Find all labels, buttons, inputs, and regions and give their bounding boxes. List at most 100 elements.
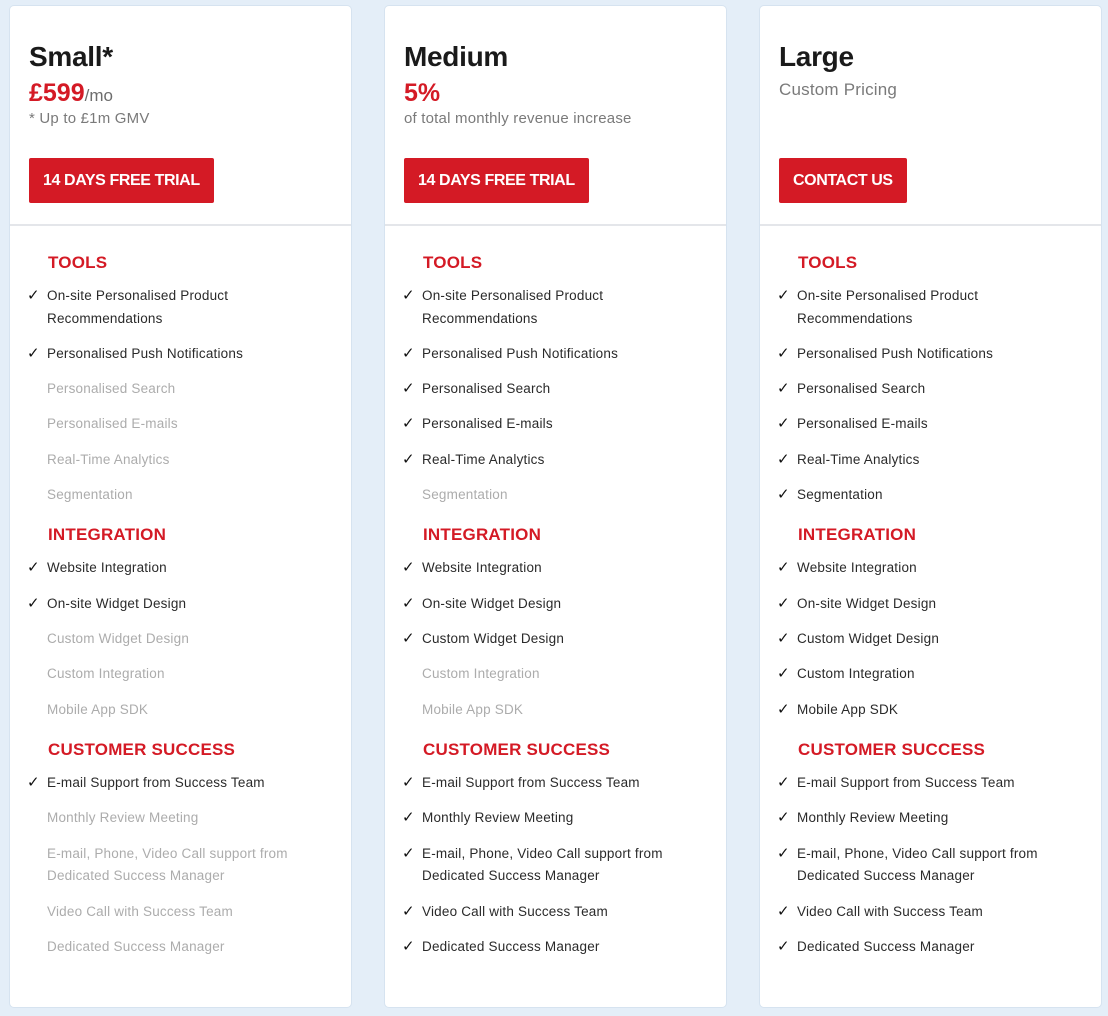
feature-label: Custom Integration [422, 666, 540, 682]
check-icon: ✓ [777, 594, 790, 612]
feature-item: ✓Real-Time Analytics [760, 449, 1101, 472]
feature-item: ✓Custom Integration [385, 663, 726, 686]
feature-label: On-site Personalised Product Recommendat… [797, 288, 979, 326]
feature-item: ✓ E-mail Support from Success Team [760, 772, 1101, 795]
price-period: /mo [84, 86, 113, 105]
feature-item: ✓Real-Time Analytics [10, 449, 351, 472]
plan-card-large: Large Custom Pricing CONTACT US TOOLS ✓ On-si… [760, 6, 1101, 1007]
feature-item: ✓ Website Integration [760, 557, 1101, 580]
feature-label: Personalised Push Notifications [422, 345, 619, 361]
feature-label: Mobile App SDK [47, 701, 149, 717]
feature-section-integration: INTEGRATION ✓ Website Integration ✓ On-site … [385, 524, 726, 721]
feature-item: ✓Segmentation [760, 484, 1101, 507]
plan-price: 5% [404, 79, 441, 107]
feature-label: Real-Time Analytics [47, 451, 170, 467]
price-line: 5% [404, 78, 726, 108]
feature-label: Custom Integration [797, 666, 915, 682]
feature-item: ✓Dedicated Success Manager [10, 936, 351, 959]
check-icon: ✓ [777, 937, 790, 955]
plan-header: Small* £599/mo * Up to £1m GMV 14 DAYS FREE… [10, 6, 351, 226]
feature-item: ✓Video Call with Success Team [760, 901, 1101, 924]
check-icon: ✓ [777, 415, 790, 433]
feature-label: Video Call with Success Team [47, 903, 233, 919]
feature-item: ✓Mobile App SDK [10, 699, 351, 722]
feature-label: Dedicated Success Manager [47, 938, 225, 954]
free-trial-button[interactable]: 14 DAYS FREE TRIAL [404, 158, 589, 203]
feature-item: ✓ Website Integration [385, 557, 726, 580]
feature-label: Video Call with Success Team [797, 903, 983, 919]
feature-item: ✓ On-site Personalised Product Recommenda… [385, 285, 726, 330]
plan-name: Small* [29, 41, 113, 72]
feature-list: TOOLS ✓ On-site Personalised Product Recom… [385, 226, 726, 958]
section-title: TOOLS [423, 253, 483, 272]
feature-label: Mobile App SDK [422, 701, 524, 717]
check-icon: ✓ [402, 380, 415, 398]
feature-item: ✓ E-mail, Phone, Video Call support from … [385, 843, 726, 888]
feature-label: Personalised E-mails [422, 416, 553, 432]
section-title: INTEGRATION [798, 525, 917, 545]
section-title: TOOLS [48, 253, 108, 272]
check-icon: ✓ [402, 559, 415, 577]
check-icon: ✓ [777, 559, 790, 577]
feature-label: E-mail, Phone, Video Call support from D… [797, 845, 1038, 884]
pricing-note: * Up to £1m GMV [29, 110, 150, 127]
feature-item: ✓ E-mail Support from Success Team [385, 772, 726, 795]
feature-label: Website Integration [47, 560, 167, 576]
feature-label: On-site Widget Design [422, 595, 562, 611]
feature-item: ✓Custom Widget Design [760, 628, 1101, 651]
check-icon: ✓ [27, 559, 40, 577]
check-icon: ✓ [402, 774, 415, 792]
feature-item: ✓ Personalised Push Notifications [760, 343, 1101, 366]
feature-label: On-site Widget Design [797, 595, 937, 611]
check-icon: ✓ [402, 344, 415, 362]
feature-label: On-site Personalised Product Recommendat… [47, 288, 229, 326]
feature-item: ✓ On-site Personalised Product Recommenda… [760, 285, 1101, 330]
check-icon: ✓ [777, 665, 790, 683]
feature-item: ✓Custom Widget Design [10, 628, 351, 651]
feature-section-customer-success: CUSTOMER SUCCESS ✓ E-mail Support from Suc… [10, 739, 351, 958]
check-icon: ✓ [402, 844, 415, 862]
feature-item: ✓ Monthly Review Meeting [760, 807, 1101, 830]
feature-label: Custom Widget Design [47, 631, 190, 647]
feature-item: ✓Personalised E-mails [760, 413, 1101, 436]
feature-label: Segmentation [422, 486, 508, 502]
feature-item: ✓ Website Integration [10, 557, 351, 580]
feature-item: ✓Personalised Search [760, 378, 1101, 401]
feature-section-customer-success: CUSTOMER SUCCESS ✓ E-mail Support from Suc… [760, 739, 1101, 958]
check-icon: ✓ [402, 594, 415, 612]
check-icon: ✓ [402, 630, 415, 648]
feature-label: Video Call with Success Team [422, 903, 608, 919]
feature-item: ✓Personalised E-mails [385, 413, 726, 436]
feature-item: ✓Segmentation [10, 484, 351, 507]
feature-section-tools: TOOLS ✓ On-site Personalised Product Recom… [10, 252, 351, 506]
feature-list: TOOLS ✓ On-site Personalised Product Recom… [10, 226, 351, 958]
feature-item: ✓Personalised E-mails [10, 413, 351, 436]
feature-label: Website Integration [422, 560, 542, 576]
feature-label: On-site Widget Design [47, 595, 187, 611]
feature-label: E-mail Support from Success Team [47, 775, 265, 791]
feature-label: Segmentation [797, 486, 883, 502]
feature-label: Personalised Search [422, 381, 551, 397]
feature-label: Website Integration [797, 560, 917, 576]
feature-label: E-mail Support from Success Team [797, 775, 1015, 791]
price-line: £599/mo [29, 78, 351, 108]
section-title: TOOLS [798, 253, 858, 272]
contact-us-button[interactable]: CONTACT US [779, 158, 907, 203]
feature-label: Personalised Search [797, 381, 926, 397]
feature-item: ✓Video Call with Success Team [10, 901, 351, 924]
feature-label: On-site Personalised Product Recommendat… [422, 288, 604, 326]
feature-label: E-mail Support from Success Team [422, 775, 640, 791]
feature-item: ✓ E-mail Support from Success Team [10, 772, 351, 795]
feature-section-integration: INTEGRATION ✓ Website Integration ✓ On-site … [760, 524, 1101, 721]
check-icon: ✓ [777, 630, 790, 648]
plan-header: Large Custom Pricing CONTACT US [760, 6, 1101, 226]
feature-item: ✓Personalised Search [10, 378, 351, 401]
free-trial-button[interactable]: 14 DAYS FREE TRIAL [29, 158, 214, 203]
feature-item: ✓ E-mail, Phone, Video Call support from … [760, 843, 1101, 888]
section-title: CUSTOMER SUCCESS [423, 740, 611, 760]
check-icon: ✓ [402, 809, 415, 827]
section-title: CUSTOMER SUCCESS [798, 740, 986, 760]
check-icon: ✓ [777, 344, 790, 362]
feature-label: Monthly Review Meeting [47, 810, 199, 826]
section-title: INTEGRATION [423, 525, 542, 545]
